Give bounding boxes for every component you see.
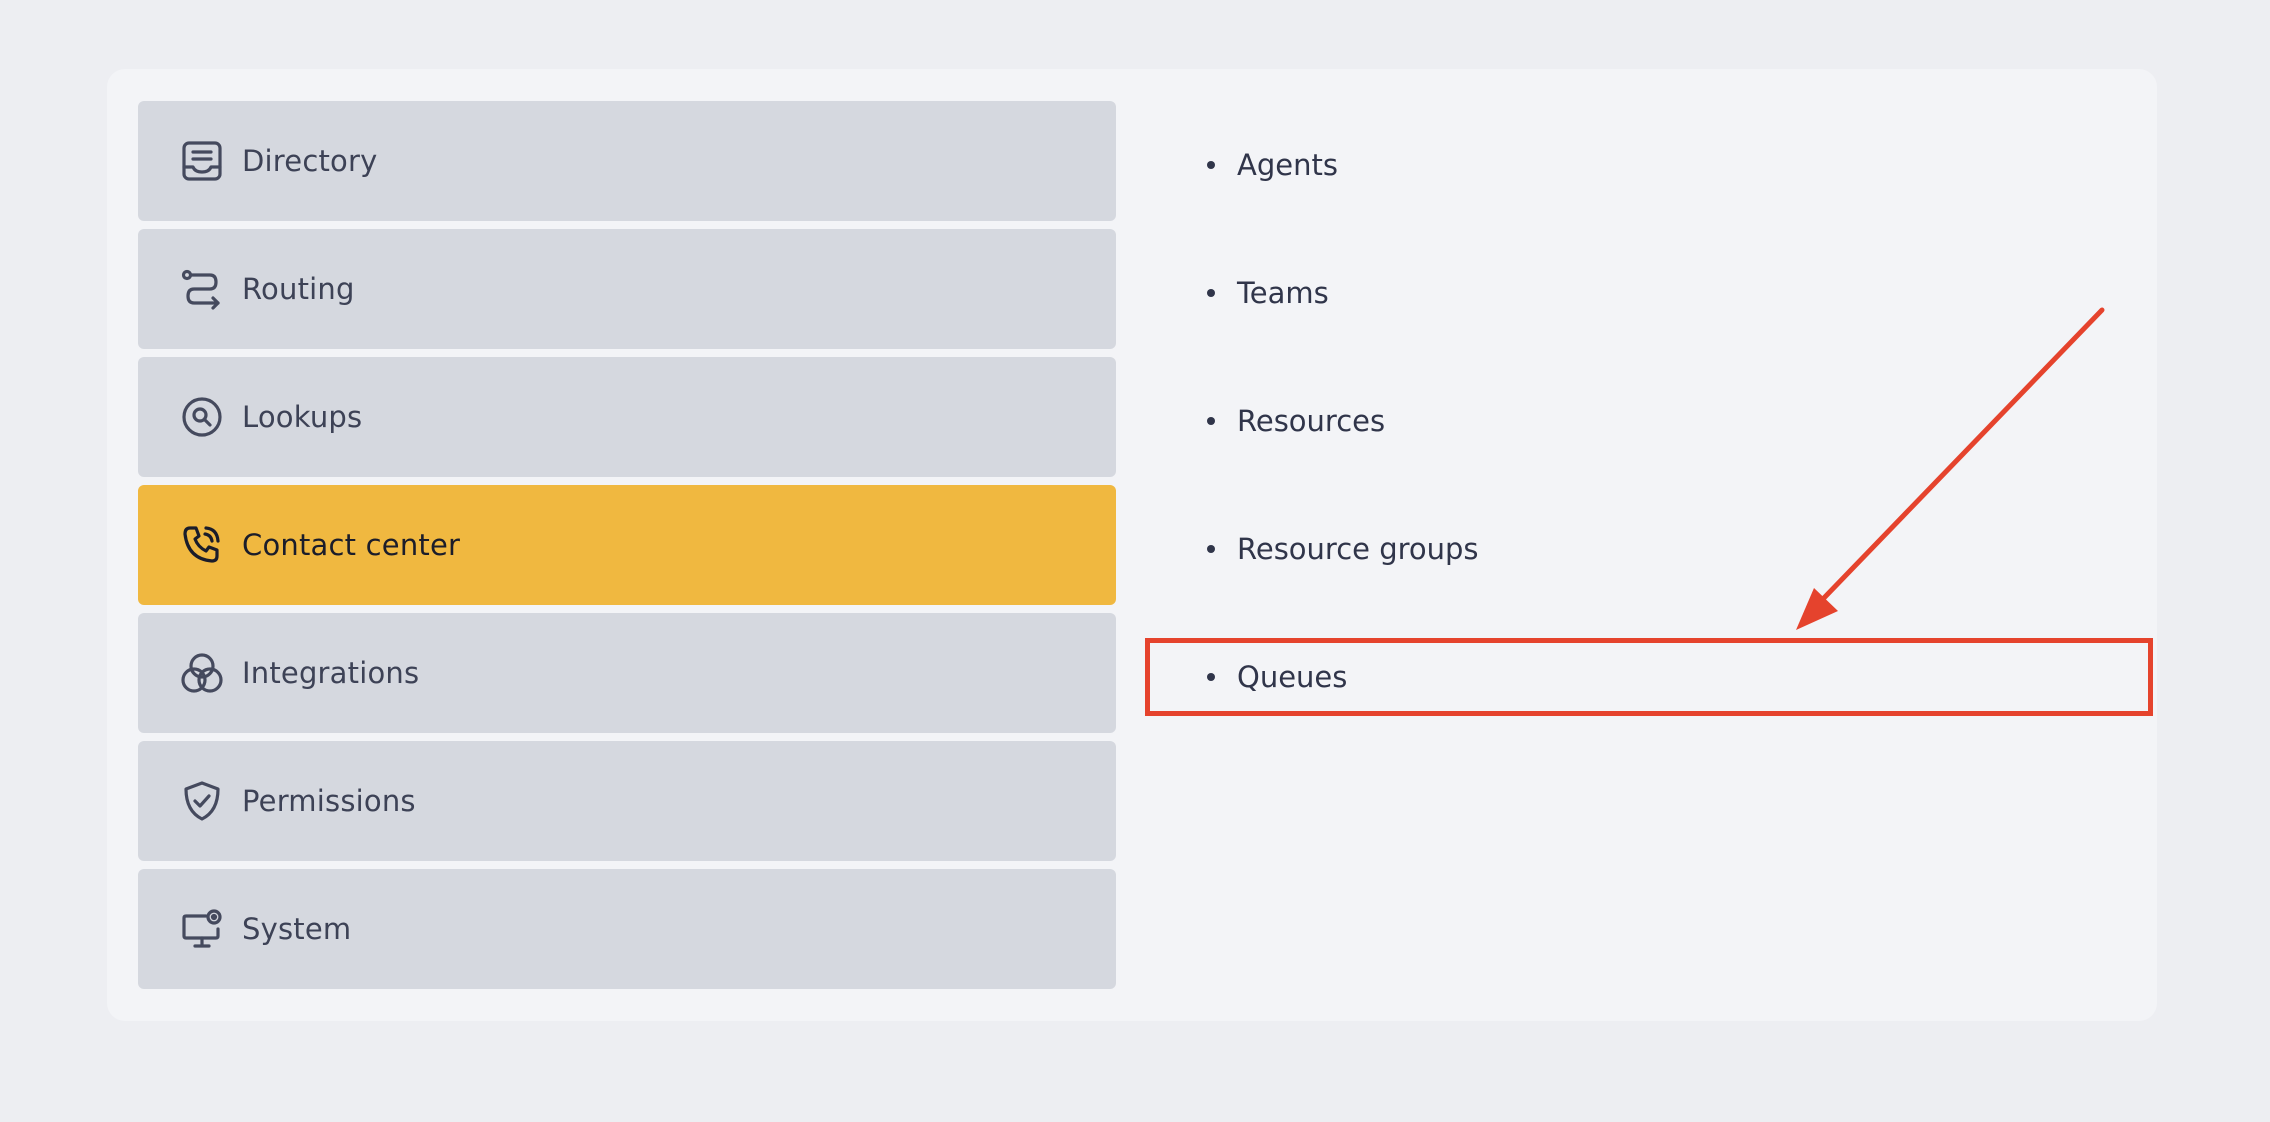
menu-item-label: Permissions bbox=[242, 784, 416, 818]
submenu-item-resources[interactable]: Resources bbox=[1207, 357, 2147, 485]
menu-item-integrations[interactable]: Integrations bbox=[138, 613, 1116, 733]
menu-item-label: System bbox=[242, 912, 352, 946]
submenu-item-agents[interactable]: Agents bbox=[1207, 101, 2147, 229]
submenu-item-label: Resources bbox=[1237, 404, 1386, 438]
menu-item-directory[interactable]: Directory bbox=[138, 101, 1116, 221]
menu-item-label: Integrations bbox=[242, 656, 420, 690]
annotation-highlight-box bbox=[1145, 638, 2153, 716]
directory-icon bbox=[180, 139, 224, 183]
submenu-item-label: Resource groups bbox=[1237, 532, 1479, 566]
menu-item-label: Directory bbox=[242, 144, 378, 178]
settings-panel: Directory Routing Lookups Contact center… bbox=[107, 69, 2157, 1021]
integrations-icon bbox=[180, 651, 224, 695]
menu-item-label: Lookups bbox=[242, 400, 363, 434]
submenu-item-label: Teams bbox=[1237, 276, 1329, 310]
bullet-icon bbox=[1207, 545, 1215, 553]
menu-item-contact-center[interactable]: Contact center bbox=[138, 485, 1116, 605]
contact-center-icon bbox=[180, 523, 224, 567]
menu-item-routing[interactable]: Routing bbox=[138, 229, 1116, 349]
submenu-item-teams[interactable]: Teams bbox=[1207, 229, 2147, 357]
system-icon bbox=[180, 907, 224, 951]
category-menu: Directory Routing Lookups Contact center… bbox=[138, 101, 1116, 997]
menu-item-system[interactable]: System bbox=[138, 869, 1116, 989]
submenu-item-label: Agents bbox=[1237, 148, 1338, 182]
bullet-icon bbox=[1207, 417, 1215, 425]
permissions-icon bbox=[180, 779, 224, 823]
menu-item-label: Routing bbox=[242, 272, 355, 306]
menu-item-lookups[interactable]: Lookups bbox=[138, 357, 1116, 477]
routing-icon bbox=[180, 267, 224, 311]
menu-item-label: Contact center bbox=[242, 528, 461, 562]
lookups-icon bbox=[180, 395, 224, 439]
bullet-icon bbox=[1207, 289, 1215, 297]
submenu-item-resource-groups[interactable]: Resource groups bbox=[1207, 485, 2147, 613]
menu-item-permissions[interactable]: Permissions bbox=[138, 741, 1116, 861]
bullet-icon bbox=[1207, 161, 1215, 169]
